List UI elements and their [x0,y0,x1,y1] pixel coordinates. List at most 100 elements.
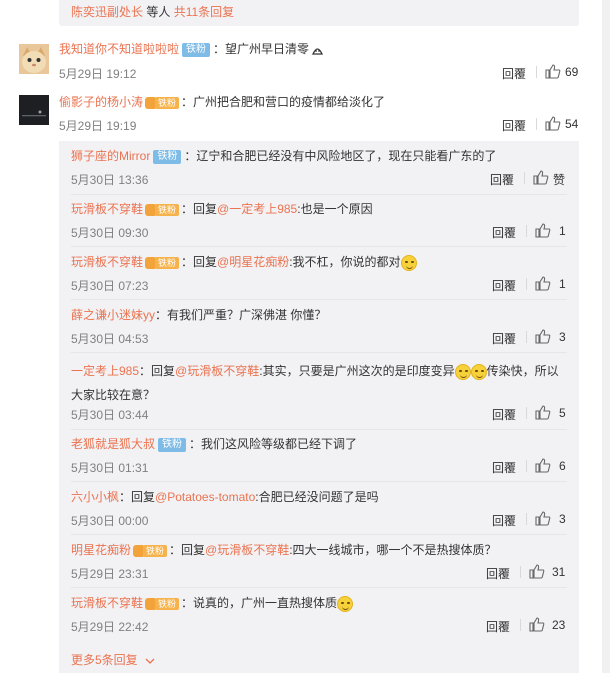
reply-button[interactable]: 回覆 [492,406,516,423]
reply-button[interactable]: 回覆 [492,330,516,347]
comment-time: 5月29日 19:12 [59,67,137,81]
sub-reply-username[interactable]: 一定考上985 [71,364,139,378]
reply-button[interactable]: 回覆 [492,512,516,529]
comment-username[interactable]: 我知道你不知道啦啦啦 [59,42,179,56]
fan-badge[interactable]: 铁粉 [145,597,180,611]
reply-button[interactable]: 回覆 [490,171,514,188]
mention-link[interactable]: @明星花痴粉 [217,255,289,269]
like-count: 5 [559,406,566,420]
sub-reply-time: 5月30日 04:53 [71,332,149,346]
reply-button[interactable]: 回覆 [486,565,510,582]
thumbs-up-icon[interactable] [535,405,551,420]
sub-reply-text: ：辽宁和合肥已经没有中风险地区了，现在只能看广东的了 [184,149,497,163]
fan-badge[interactable]: 铁粉 [158,437,187,452]
thumbs-up-icon[interactable] [535,276,551,291]
chevron-down-icon[interactable] [145,657,155,665]
sub-reply-username[interactable]: 老狐就是狐大叔 [71,437,155,451]
comment-line: 我知道你不知道啦啦啦 铁粉 ：望广州早日清零 [59,40,324,58]
divider [71,352,567,353]
more-replies-link[interactable]: 更多5条回复 [71,651,155,668]
sub-reply-username[interactable]: 玩滑板不穿鞋 [71,202,143,216]
divider [526,331,527,343]
mention-link[interactable]: @玩滑板不穿鞋 [175,364,259,378]
thumbs-up-icon[interactable] [535,329,551,344]
mention-link[interactable]: @Potatoes-tomato [155,490,255,504]
reply-button[interactable]: 回覆 [502,65,526,82]
sub-reply-text: :其实，只要是广州这次的是印度变异 [259,364,455,378]
like-count: 23 [552,618,566,632]
like-count: 1 [559,224,566,238]
sub-reply-time: 5月29日 22:42 [71,620,149,634]
sub-reply-time: 5月30日 09:30 [71,226,149,240]
reply-button[interactable]: 回覆 [492,277,516,294]
thread-summary-text: 陈奕迅副处长 等人 共11条回复 [71,3,234,20]
scrollbar[interactable] [602,0,610,673]
like-count: 69 [565,65,579,79]
thumbs-up-icon[interactable] [545,64,561,79]
sub-reply-line: 六小小枫：回复@Potatoes-tomato:合肥已经没问题了是吗 [71,488,561,506]
avatar[interactable] [19,44,49,74]
thumbs-up-icon[interactable] [535,223,551,238]
sub-reply-username[interactable]: 狮子座的Mirror [71,149,150,163]
thumbs-up-icon[interactable] [535,511,551,526]
sub-reply-line: 玩滑板不穿鞋 铁粉 ：回复@明星花痴粉:我不杠，你说的都对 [71,253,561,271]
reply-button[interactable]: 回覆 [492,224,516,241]
sub-reply-text: :我不杠，你说的都对 [289,255,401,269]
divider [526,225,527,237]
sub-replies-panel: 狮子座的Mirror 铁粉 ：辽宁和合肥已经没有中风险地区了，现在只能看广东的了 5… [59,141,579,673]
divider [526,278,527,290]
thumbs-up-icon[interactable] [545,116,561,131]
thread-reply-count-link[interactable]: 共11条回复 [174,5,234,19]
sub-reply-username[interactable]: 六小小枫 [71,490,119,504]
divider [71,194,567,195]
thumbs-up-icon[interactable] [529,617,545,632]
sub-reply-time: 5月30日 01:31 [71,461,149,475]
reply-prefix: ：回复 [181,255,218,269]
sub-reply-time: 5月30日 00:00 [71,514,149,528]
divider [526,460,527,472]
fan-badge[interactable]: 铁粉 [133,544,168,558]
fan-badge[interactable]: 铁粉 [145,96,180,110]
divider [536,118,537,130]
laughing-emoji-icon [470,363,487,380]
reply-prefix: ：回复 [119,490,156,504]
mention-link[interactable]: @玩滑板不穿鞋 [205,543,289,557]
sub-reply-username[interactable]: 玩滑板不穿鞋 [71,596,143,610]
thumbs-up-icon[interactable] [533,170,549,185]
like-count: 6 [559,459,566,473]
like-count: 赞 [553,173,566,187]
sub-reply-line: 玩滑板不穿鞋 铁粉 ：说真的，广州一直热搜体质 [71,594,561,612]
thumbs-up-icon[interactable] [535,458,551,473]
sub-reply-username[interactable]: 玩滑板不穿鞋 [71,255,143,269]
divider [71,299,567,300]
sub-reply-username[interactable]: 薛之谦小迷妹yy [71,308,155,322]
sub-reply-line: 狮子座的Mirror 铁粉 ：辽宁和合肥已经没有中风险地区了，现在只能看广东的了 [71,147,561,165]
like-count: 3 [559,512,566,526]
like-count: 1 [559,277,566,291]
fan-badge[interactable]: 铁粉 [182,42,211,57]
sub-reply-text: ：说真的，广州一直热搜体质 [181,596,338,610]
divider [71,429,567,430]
fan-badge[interactable]: 铁粉 [145,256,180,270]
mention-link[interactable]: @一定考上985 [217,202,297,216]
sub-reply-text: :也是一个原因 [297,202,373,216]
fan-badge[interactable]: 铁粉 [153,149,182,164]
sub-reply-text: ：有我们严重？广深佛湛 你懂？ [155,308,327,322]
reply-button[interactable]: 回覆 [486,618,510,635]
thread-users[interactable]: 陈奕迅副处长 [71,5,143,19]
more-replies-label[interactable]: 更多5条回复 [71,653,138,667]
reply-prefix: ：回复 [181,202,218,216]
laughing-emoji-icon [454,363,471,380]
sub-reply-line: 玩滑板不穿鞋 铁粉 ：回复@一定考上985:也是一个原因 [71,200,561,218]
sub-reply-username[interactable]: 明星花痴粉 [71,543,131,557]
reply-button[interactable]: 回覆 [502,117,526,134]
avatar[interactable] [19,95,49,125]
comment-username[interactable]: 偷影子的杨小涛 [59,95,143,109]
sub-reply-time: 5月30日 13:36 [71,173,149,187]
comment-line: 偷影子的杨小涛 铁粉 ：广州把合肥和营口的疫情都给淡化了 [59,93,385,111]
divider [71,534,567,535]
fan-badge[interactable]: 铁粉 [145,203,180,217]
reply-button[interactable]: 回覆 [492,459,516,476]
sub-reply-time: 5月30日 07:23 [71,279,149,293]
thumbs-up-icon[interactable] [529,564,545,579]
